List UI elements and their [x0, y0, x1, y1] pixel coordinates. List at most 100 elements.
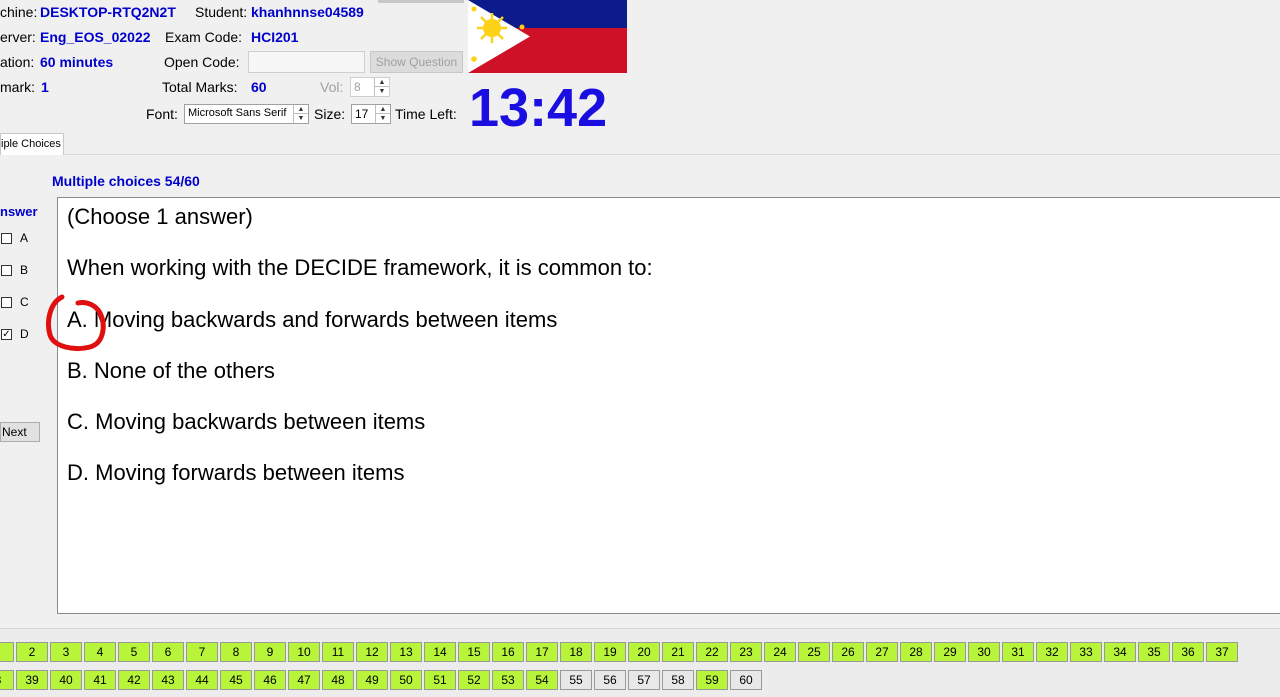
question-nav-button[interactable]: 35	[1138, 642, 1170, 662]
question-nav-button[interactable]: 36	[1172, 642, 1204, 662]
option-d: D. Moving forwards between items	[67, 460, 405, 485]
exam-code-label: Exam Code:	[165, 29, 243, 45]
question-nav-button[interactable]: 51	[424, 670, 456, 690]
font-up-icon[interactable]: ▲	[294, 105, 308, 114]
question-nav-button[interactable]: 50	[390, 670, 422, 690]
question-nav-button[interactable]: 11	[322, 642, 354, 662]
question-nav-button[interactable]: 9	[254, 642, 286, 662]
question-nav-button[interactable]: 8	[0, 670, 14, 690]
question-nav-button[interactable]: 41	[84, 670, 116, 690]
question-nav-button[interactable]: 4	[84, 642, 116, 662]
option-a: A. Moving backwards and forwards between…	[67, 307, 558, 332]
question-nav-button[interactable]: 59	[696, 670, 728, 690]
answer-checkbox-label: A	[20, 231, 29, 245]
question-nav-button[interactable]: 2	[16, 642, 48, 662]
vol-label: Vol:	[320, 79, 344, 95]
question-nav-button[interactable]: 49	[356, 670, 388, 690]
time-left-label: Time Left:	[395, 106, 457, 122]
font-down-icon[interactable]: ▼	[294, 114, 308, 123]
answer-checkbox-b[interactable]	[1, 265, 12, 276]
question-nav-button[interactable]: 33	[1070, 642, 1102, 662]
vol-stepper[interactable]: 8 ▲ ▼	[350, 77, 390, 97]
question-nav-button[interactable]: 5	[118, 642, 150, 662]
question-nav-button[interactable]: 15	[458, 642, 490, 662]
question-nav-button[interactable]: 8	[220, 642, 252, 662]
tab-multiple-choices[interactable]: iple Choices	[0, 133, 64, 155]
question-nav-button[interactable]: 12	[356, 642, 388, 662]
question-nav-button[interactable]: 10	[288, 642, 320, 662]
duration-label: ation:	[0, 54, 35, 70]
question-nav-button[interactable]: 28	[900, 642, 932, 662]
question-nav-button[interactable]: 26	[832, 642, 864, 662]
question-nav-button[interactable]: 13	[390, 642, 422, 662]
open-code-label: Open Code:	[164, 54, 240, 70]
question-nav-button[interactable]: 56	[594, 670, 626, 690]
question-nav-button[interactable]: 19	[594, 642, 626, 662]
duration-value: 60 minutes	[40, 54, 114, 70]
option-c: C. Moving backwards between items	[67, 409, 426, 434]
question-nav-button[interactable]: 27	[866, 642, 898, 662]
question-nav-button[interactable]: 45	[220, 670, 252, 690]
question-nav-button[interactable]: 32	[1036, 642, 1068, 662]
question-stem: When working with the DECIDE framework, …	[67, 255, 653, 280]
question-nav-button[interactable]: 40	[50, 670, 82, 690]
question-nav-button[interactable]: 44	[186, 670, 218, 690]
answer-checkbox-a[interactable]	[1, 233, 12, 244]
question-nav-button[interactable]: 55	[560, 670, 592, 690]
vol-up-icon[interactable]: ▲	[375, 78, 389, 87]
font-label: Font:	[146, 106, 178, 122]
question-nav-button[interactable]: 30	[968, 642, 1000, 662]
server-label: erver:	[0, 29, 36, 45]
question-nav-button[interactable]: 43	[152, 670, 184, 690]
answer-panel-title: nswer	[0, 204, 38, 219]
question-nav-button[interactable]: 37	[1206, 642, 1238, 662]
question-nav-button[interactable]: 17	[526, 642, 558, 662]
question-nav-button[interactable]: 14	[424, 642, 456, 662]
answer-checkbox-d[interactable]: ✓	[1, 329, 12, 340]
size-label: Size:	[314, 106, 346, 122]
font-selector[interactable]: Microsoft Sans Serif ▲ ▼	[184, 104, 309, 124]
question-nav-button[interactable]: 39	[16, 670, 48, 690]
question-nav-button[interactable]: 58	[662, 670, 694, 690]
font-value: Microsoft Sans Serif	[188, 107, 287, 119]
question-nav-button[interactable]: 24	[764, 642, 796, 662]
size-up-icon[interactable]: ▲	[376, 105, 390, 114]
question-nav-button[interactable]: 54	[526, 670, 558, 690]
question-nav-button[interactable]	[0, 642, 14, 662]
answer-checkbox-label: B	[20, 263, 29, 277]
philippines-flag-icon	[468, 0, 627, 73]
size-down-icon[interactable]: ▼	[376, 114, 390, 123]
question-nav-button[interactable]: 20	[628, 642, 660, 662]
question-nav-button[interactable]: 16	[492, 642, 524, 662]
question-nav-button[interactable]: 23	[730, 642, 762, 662]
question-nav-button[interactable]: 18	[560, 642, 592, 662]
question-nav-button[interactable]: 47	[288, 670, 320, 690]
question-instruction: (Choose 1 answer)	[67, 204, 253, 229]
size-stepper[interactable]: 17 ▲ ▼	[351, 104, 391, 124]
question-content-box: (Choose 1 answer) When working with the …	[57, 197, 1280, 614]
server-value: Eng_EOS_02022	[40, 29, 151, 45]
next-button[interactable]: Next	[0, 422, 40, 442]
question-nav-button[interactable]: 34	[1104, 642, 1136, 662]
question-nav-button[interactable]: 7	[186, 642, 218, 662]
question-nav-button[interactable]: 52	[458, 670, 490, 690]
question-nav-button[interactable]: 22	[696, 642, 728, 662]
question-nav-button[interactable]: 48	[322, 670, 354, 690]
question-nav-button[interactable]: 46	[254, 670, 286, 690]
question-nav-button[interactable]: 6	[152, 642, 184, 662]
answer-checkbox-c[interactable]	[1, 297, 12, 308]
student-value: khanhnnse04589	[251, 4, 364, 20]
question-nav-button[interactable]: 21	[662, 642, 694, 662]
vol-down-icon[interactable]: ▼	[375, 87, 389, 96]
machine-value: DESKTOP-RTQ2N2T	[40, 4, 176, 20]
question-nav-button[interactable]: 57	[628, 670, 660, 690]
open-code-input[interactable]	[248, 51, 365, 73]
question-nav-button[interactable]: 25	[798, 642, 830, 662]
question-nav-button[interactable]: 53	[492, 670, 524, 690]
question-nav-button[interactable]: 29	[934, 642, 966, 662]
question-nav-button[interactable]: 3	[50, 642, 82, 662]
question-nav-button[interactable]: 42	[118, 670, 150, 690]
question-nav-button[interactable]: 31	[1002, 642, 1034, 662]
show-question-button[interactable]: Show Question	[370, 51, 463, 73]
question-nav-button[interactable]: 60	[730, 670, 762, 690]
